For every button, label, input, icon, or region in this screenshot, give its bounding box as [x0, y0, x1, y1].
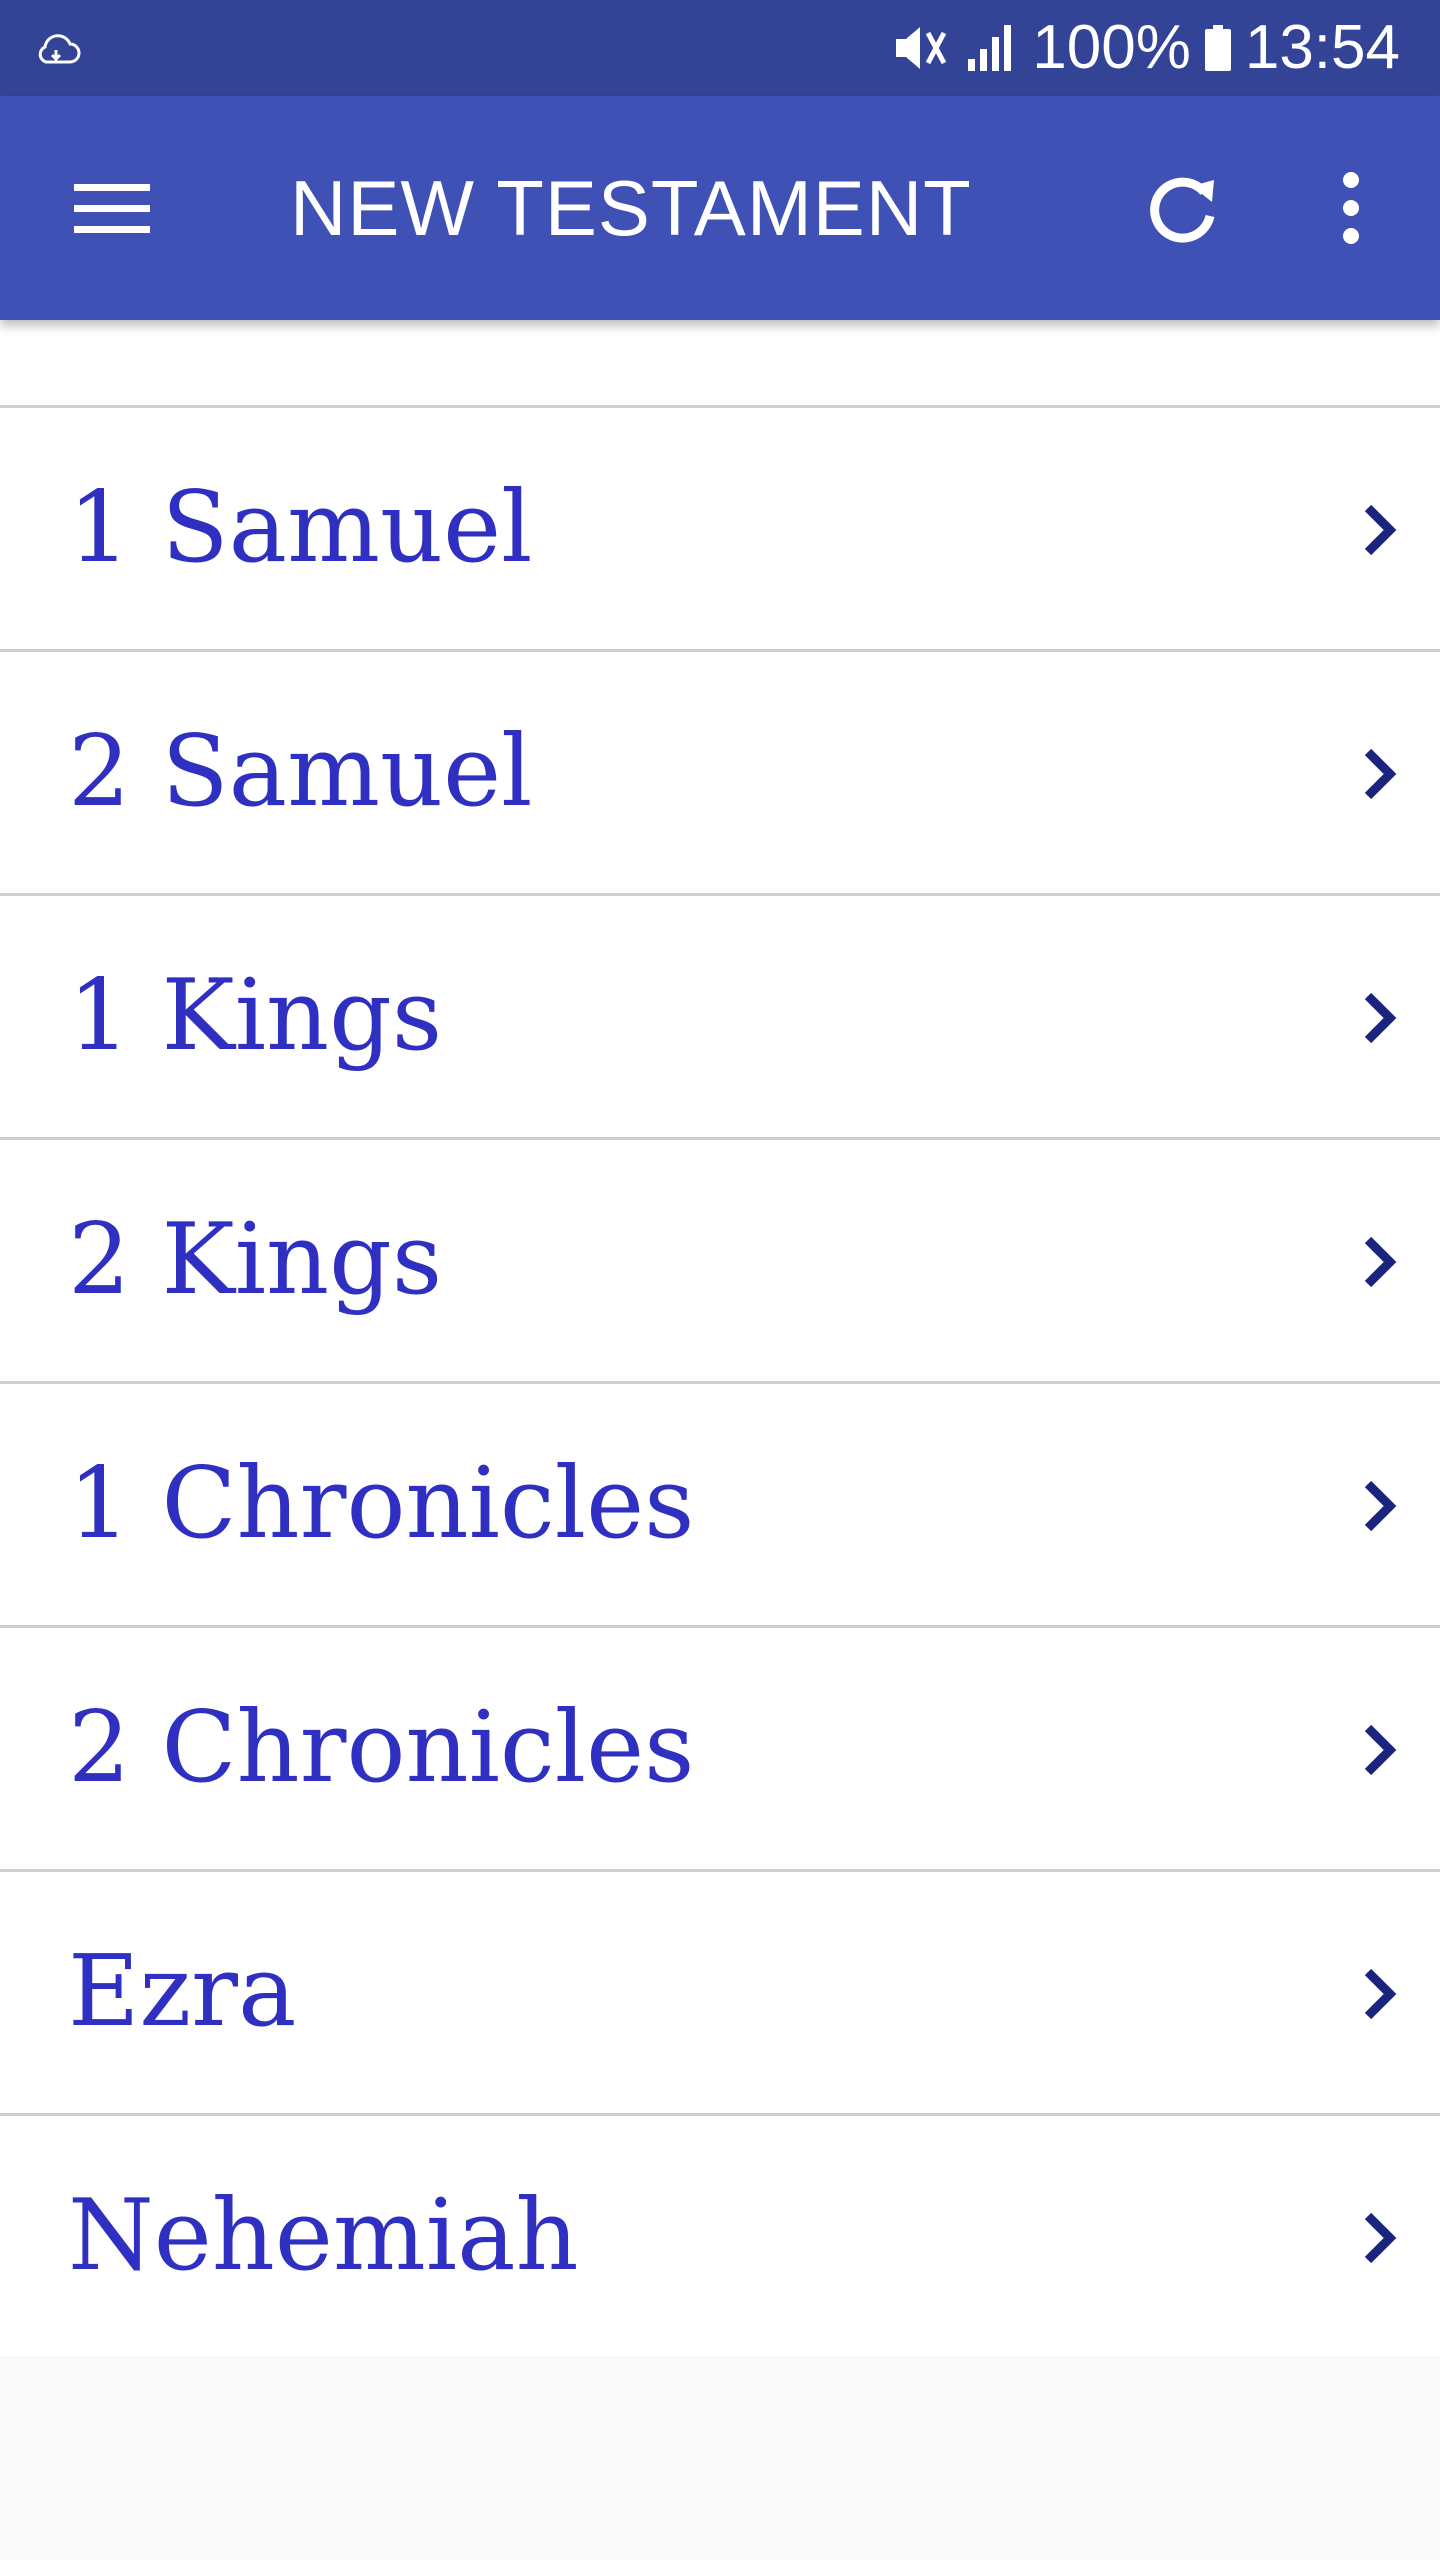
chevron-right-icon: [1364, 504, 1397, 556]
status-time: 13:54: [1244, 13, 1400, 82]
list-item-label: 1 Chronicles: [68, 1447, 695, 1561]
list-item-label: 2 Samuel: [68, 715, 533, 829]
list-item-label: Ezra: [68, 1935, 297, 2049]
empty-footer-area: [0, 2356, 1440, 2560]
page-title: NEW TESTAMENT: [290, 164, 972, 252]
refresh-icon[interactable]: [1140, 166, 1226, 252]
list-item-1-chronicles[interactable]: 1 Chronicles: [0, 1384, 1440, 1628]
list-item-2-samuel[interactable]: 2 Samuel: [0, 652, 1440, 896]
chevron-right-icon: [1364, 1724, 1397, 1776]
status-indicators: 100% 13:54: [892, 0, 1400, 96]
chevron-right-icon: [1364, 1968, 1397, 2020]
list-item-ezra[interactable]: Ezra: [0, 1872, 1440, 2116]
battery-percent: 100%: [1032, 13, 1191, 82]
chevron-right-icon: [1364, 1480, 1397, 1532]
list-item-label: 2 Kings: [68, 1203, 443, 1317]
list-item-nehemiah[interactable]: Nehemiah: [0, 2116, 1440, 2356]
list-item-label: Nehemiah: [68, 2179, 579, 2293]
list-item-label: Ruth: [68, 320, 307, 405]
list-item-1-kings[interactable]: 1 Kings: [0, 896, 1440, 1140]
chevron-right-icon: [1364, 748, 1397, 800]
more-vert-icon[interactable]: [1326, 160, 1376, 256]
chevron-right-icon: [1364, 2212, 1397, 2264]
list-item-label: 1 Kings: [68, 959, 443, 1073]
chevron-right-icon: [1364, 1236, 1397, 1288]
cloud-sync-icon: [38, 34, 81, 64]
battery-icon: [1204, 25, 1231, 71]
signal-icon: [968, 25, 1012, 71]
status-bar: 100% 13:54: [0, 0, 1440, 96]
menu-icon[interactable]: [62, 174, 162, 244]
list-item-label: 1 Samuel: [68, 471, 533, 585]
list-item-2-kings[interactable]: 2 Kings: [0, 1140, 1440, 1384]
list-item-2-chronicles[interactable]: 2 Chronicles: [0, 1628, 1440, 1872]
mute-vibrate-icon: [896, 27, 947, 69]
list-item-1-samuel[interactable]: 1 Samuel: [0, 408, 1440, 652]
book-list: Ruth 1 Samuel 2 Samuel 1 Kings 2 Kings 1…: [0, 320, 1440, 2356]
chevron-right-icon: [1364, 992, 1397, 1044]
list-item-ruth[interactable]: Ruth: [0, 320, 1440, 408]
app-bar: NEW TESTAMENT: [0, 96, 1440, 320]
list-item-label: 2 Chronicles: [68, 1691, 695, 1805]
